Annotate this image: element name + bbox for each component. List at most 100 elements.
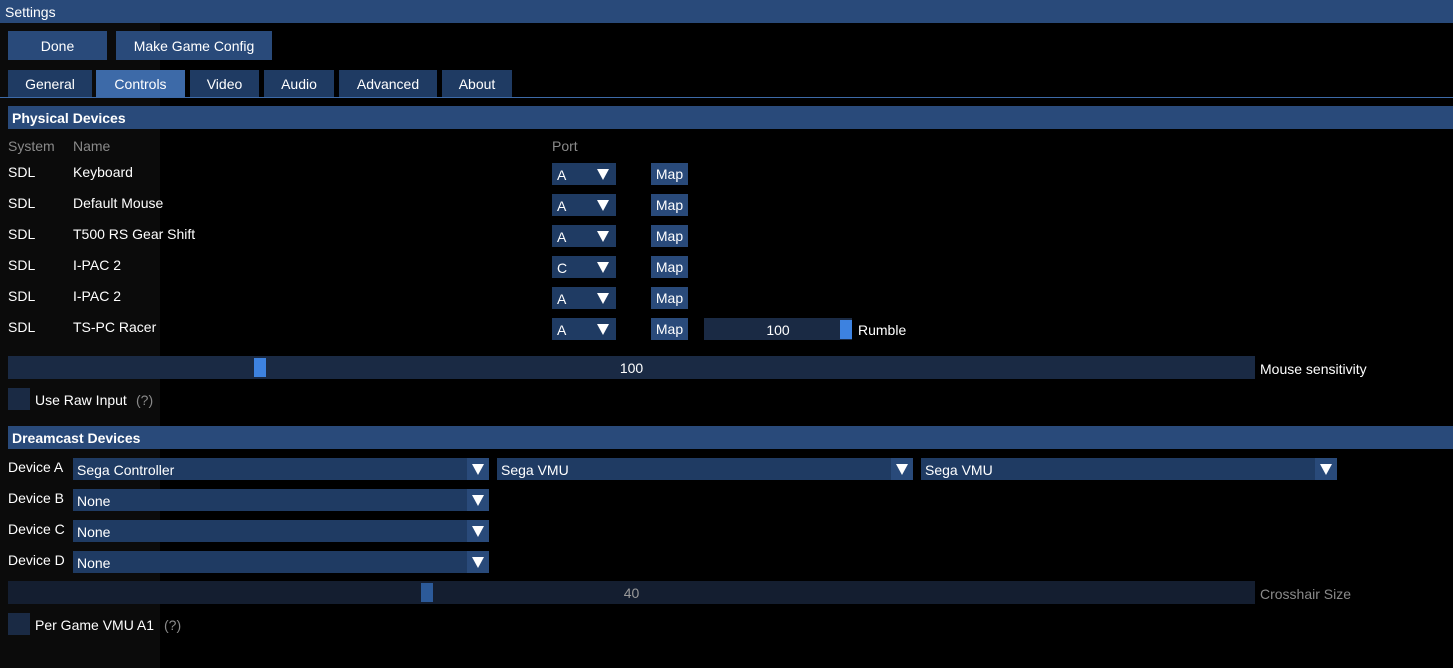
- device-c-select[interactable]: None: [73, 520, 489, 542]
- tab-controls[interactable]: Controls: [96, 70, 185, 97]
- device-system: SDL: [8, 226, 36, 242]
- window-titlebar: Settings: [0, 0, 1453, 23]
- chevron-down-icon: [597, 231, 609, 242]
- dropdown-button[interactable]: [467, 520, 489, 542]
- rumble-slider-grab[interactable]: [840, 320, 852, 339]
- crosshair-size-label: Crosshair Size: [1260, 586, 1352, 602]
- map-button[interactable]: Map: [651, 163, 688, 185]
- map-button[interactable]: Map: [651, 318, 688, 340]
- port-value: A: [557, 291, 567, 307]
- device-a-expansion-2-value: Sega VMU: [925, 462, 993, 478]
- chevron-down-icon: [472, 526, 484, 537]
- dropdown-button[interactable]: [467, 458, 489, 480]
- physical-devices-title: Physical Devices: [12, 110, 126, 126]
- device-a-select[interactable]: Sega Controller: [73, 458, 489, 480]
- mouse-sensitivity-slider[interactable]: 100: [8, 356, 1255, 379]
- chevron-down-icon: [597, 293, 609, 304]
- crosshair-size-grab[interactable]: [421, 583, 433, 602]
- device-b-select[interactable]: None: [73, 489, 489, 511]
- chevron-down-icon: [472, 557, 484, 568]
- raw-input-help[interactable]: (?): [136, 392, 153, 408]
- port-select[interactable]: A: [552, 287, 616, 309]
- port-select[interactable]: A: [552, 318, 616, 340]
- chevron-down-icon: [1320, 464, 1332, 475]
- tab-general[interactable]: General: [8, 70, 92, 97]
- device-a-value: Sega Controller: [77, 462, 175, 478]
- tab-about[interactable]: About: [442, 70, 512, 97]
- chevron-down-icon: [597, 324, 609, 335]
- raw-input-checkbox[interactable]: [8, 388, 30, 410]
- device-name: Default Mouse: [73, 195, 164, 211]
- chevron-down-icon: [597, 169, 609, 180]
- tab-audio[interactable]: Audio: [264, 70, 334, 97]
- done-button[interactable]: Done: [8, 31, 107, 60]
- device-d-select[interactable]: None: [73, 551, 489, 573]
- crosshair-size-value: 40: [623, 585, 640, 601]
- make-game-config-button[interactable]: Make Game Config: [116, 31, 272, 60]
- mouse-sensitivity-label: Mouse sensitivity: [1260, 361, 1367, 377]
- rumble-label: Rumble: [858, 322, 907, 338]
- port-value: C: [557, 260, 568, 276]
- physical-devices-header: Physical Devices: [8, 106, 1453, 129]
- dropdown-button[interactable]: [467, 551, 489, 573]
- column-system: System: [8, 138, 55, 154]
- map-button[interactable]: Map: [651, 225, 688, 247]
- chevron-down-icon: [472, 495, 484, 506]
- per-game-vmu-checkbox[interactable]: [8, 613, 30, 635]
- device-d-value: None: [77, 555, 111, 571]
- chevron-down-icon: [597, 200, 609, 211]
- port-select[interactable]: C: [552, 256, 616, 278]
- device-system: SDL: [8, 288, 36, 304]
- rumble-value: 100: [766, 322, 790, 338]
- map-button[interactable]: Map: [651, 256, 688, 278]
- port-select[interactable]: A: [552, 225, 616, 247]
- chevron-down-icon: [472, 464, 484, 475]
- mouse-sensitivity-value: 100: [619, 360, 644, 376]
- device-name: TS-PC Racer: [73, 319, 157, 335]
- port-value: A: [557, 322, 567, 338]
- dreamcast-devices-title: Dreamcast Devices: [12, 430, 141, 446]
- crosshair-size-slider[interactable]: 40: [8, 581, 1255, 604]
- device-system: SDL: [8, 257, 36, 273]
- raw-input-label: Use Raw Input: [35, 392, 127, 408]
- device-name: T500 RS Gear Shift: [73, 226, 196, 242]
- per-game-vmu-label: Per Game VMU A1: [35, 617, 155, 633]
- port-select[interactable]: A: [552, 194, 616, 216]
- device-a-expansion-2-select[interactable]: Sega VMU: [921, 458, 1337, 480]
- device-a-expansion-1-select[interactable]: Sega VMU: [497, 458, 913, 480]
- mouse-sensitivity-grab[interactable]: [254, 358, 266, 377]
- port-select[interactable]: A: [552, 163, 616, 185]
- device-name: I-PAC 2: [73, 257, 121, 273]
- dropdown-button[interactable]: [467, 489, 489, 511]
- device-d-label: Device D: [8, 552, 65, 568]
- port-value: A: [557, 229, 567, 245]
- tab-video[interactable]: Video: [190, 70, 259, 97]
- device-c-label: Device C: [8, 521, 65, 537]
- device-b-label: Device B: [8, 490, 65, 506]
- device-b-value: None: [77, 493, 111, 509]
- per-game-vmu-help[interactable]: (?): [164, 617, 181, 633]
- port-value: A: [557, 167, 567, 183]
- dropdown-button[interactable]: [891, 458, 913, 480]
- tab-advanced[interactable]: Advanced: [339, 70, 437, 97]
- rumble-slider[interactable]: 100: [704, 318, 852, 340]
- device-system: SDL: [8, 164, 36, 180]
- device-a-expansion-1-value: Sega VMU: [501, 462, 569, 478]
- map-button[interactable]: Map: [651, 287, 688, 309]
- window-title: Settings: [5, 4, 56, 20]
- device-system: SDL: [8, 319, 36, 335]
- chevron-down-icon: [896, 464, 908, 475]
- chevron-down-icon: [597, 262, 609, 273]
- port-value: A: [557, 198, 567, 214]
- device-c-value: None: [77, 524, 111, 540]
- column-name: Name: [73, 138, 111, 154]
- tab-divider: [0, 97, 1453, 98]
- dropdown-button[interactable]: [1315, 458, 1337, 480]
- device-name: I-PAC 2: [73, 288, 121, 304]
- map-button[interactable]: Map: [651, 194, 688, 216]
- column-port: Port: [552, 138, 578, 154]
- device-a-label: Device A: [8, 459, 64, 475]
- device-system: SDL: [8, 195, 36, 211]
- dreamcast-devices-header: Dreamcast Devices: [8, 426, 1453, 449]
- device-name: Keyboard: [73, 164, 133, 180]
